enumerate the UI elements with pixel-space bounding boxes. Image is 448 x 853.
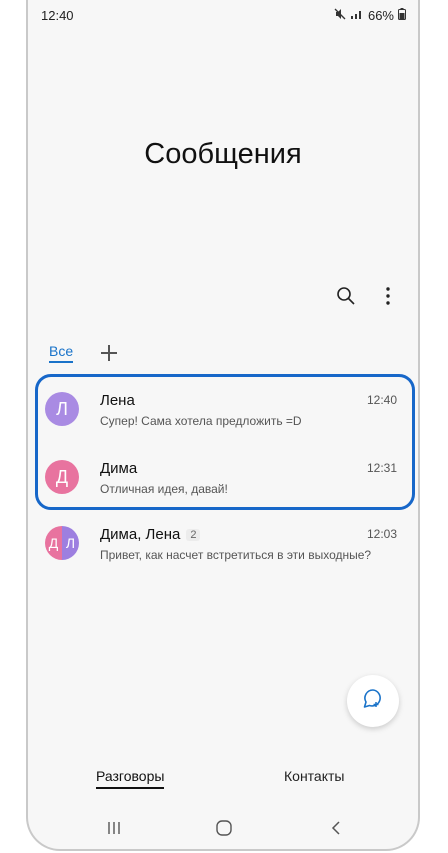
search-button[interactable] (334, 286, 358, 310)
category-tabs: Все (49, 343, 119, 363)
signal-icon (350, 8, 364, 23)
home-button[interactable] (212, 818, 236, 842)
phone-frame: 12:40 66% Сообщения Все Л Лена 12:40 Суп… (26, 0, 420, 851)
home-icon (215, 819, 233, 842)
avatar-right: Л (62, 526, 79, 560)
top-actions (334, 286, 400, 310)
message-time: 12:03 (366, 527, 397, 541)
add-tab-icon[interactable] (99, 343, 119, 363)
new-chat-button[interactable] (347, 675, 399, 727)
back-button[interactable] (324, 818, 348, 842)
recents-button[interactable] (102, 818, 126, 842)
new-chat-icon (361, 687, 385, 716)
status-icons: 66% (334, 8, 406, 23)
message-preview: Привет, как насчет встретиться в эти вых… (100, 548, 372, 562)
contact-name: Дима, Лена 2 (100, 526, 201, 543)
navigation-bar (28, 816, 418, 844)
back-icon (329, 820, 343, 841)
page-title: Сообщения (144, 138, 302, 170)
group-avatar: Д Л (45, 526, 79, 560)
tab-contacts[interactable]: Контакты (284, 768, 344, 784)
bottom-tabs: Разговоры Контакты (28, 768, 418, 792)
participant-count-badge: 2 (186, 528, 201, 541)
mute-icon (334, 8, 346, 23)
contact-name-text: Дима, Лена (100, 526, 181, 543)
more-icon (385, 286, 391, 311)
status-bar: 12:40 66% (28, 0, 418, 30)
status-time: 12:40 (41, 8, 74, 23)
tab-all[interactable]: Все (49, 343, 74, 363)
more-options-button[interactable] (376, 286, 400, 310)
search-icon (336, 286, 356, 311)
conversation-item-group[interactable]: Д Л Дима, Лена 2 12:03 Привет, как насче… (28, 508, 418, 574)
recents-icon (106, 820, 122, 841)
tab-conversations[interactable]: Разговоры (96, 768, 165, 789)
battery-level: 66% (367, 8, 394, 23)
avatar-left: Д (45, 526, 62, 560)
highlight-box (35, 374, 415, 510)
battery-icon (398, 8, 406, 23)
